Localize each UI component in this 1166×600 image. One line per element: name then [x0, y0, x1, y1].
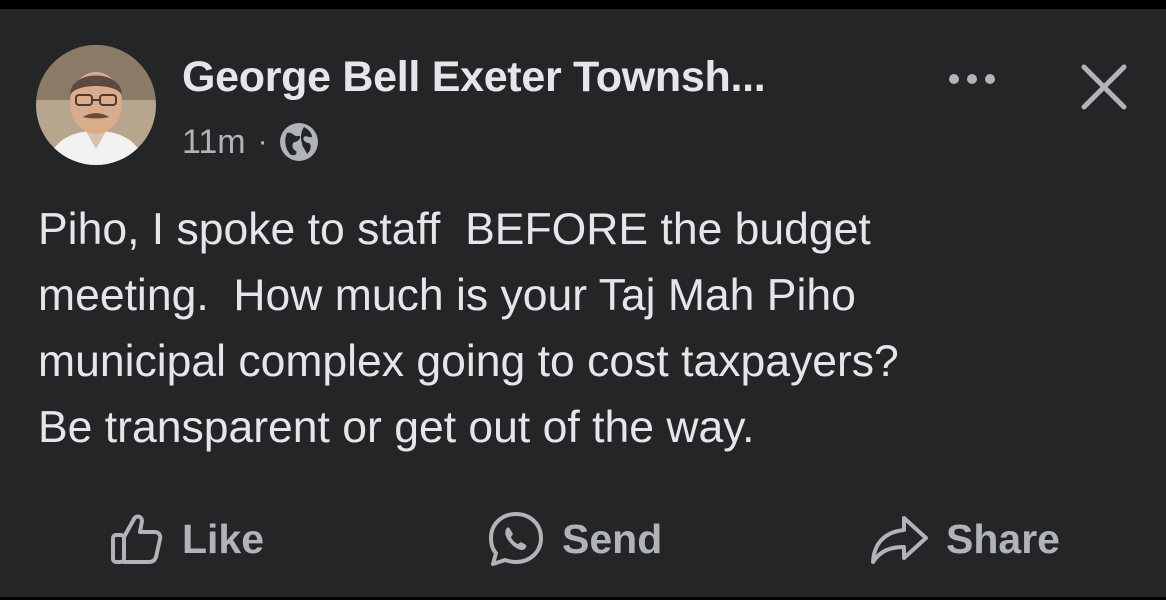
author-name[interactable]: George Bell Exeter Townsh... — [182, 53, 766, 102]
send-button[interactable]: Send — [486, 507, 662, 571]
post-actions: Like Send Share — [0, 507, 1166, 571]
post-timestamp[interactable]: 11m — [182, 123, 246, 162]
more-dots-icon — [949, 74, 995, 84]
send-label: Send — [562, 515, 663, 562]
post-meta: 11m · — [182, 121, 320, 163]
post-card: George Bell Exeter Townsh... 11m · Piho,… — [0, 9, 1166, 597]
profile-photo — [36, 45, 156, 165]
close-icon — [1081, 64, 1127, 110]
like-label: Like — [182, 515, 265, 562]
avatar[interactable] — [36, 45, 156, 165]
meta-separator: · — [257, 125, 268, 158]
globe-icon — [279, 123, 318, 161]
thumbs-up-icon — [111, 514, 163, 564]
more-options-button[interactable] — [938, 59, 1006, 99]
share-label: Share — [946, 515, 1060, 562]
close-button[interactable] — [1078, 61, 1130, 113]
messenger-icon — [489, 512, 543, 566]
like-button[interactable]: Like — [108, 507, 264, 571]
share-button[interactable]: Share — [868, 507, 1060, 571]
post-body: Piho, I spoke to staff BEFORE the budget… — [38, 205, 899, 452]
share-arrow-icon — [871, 516, 928, 564]
